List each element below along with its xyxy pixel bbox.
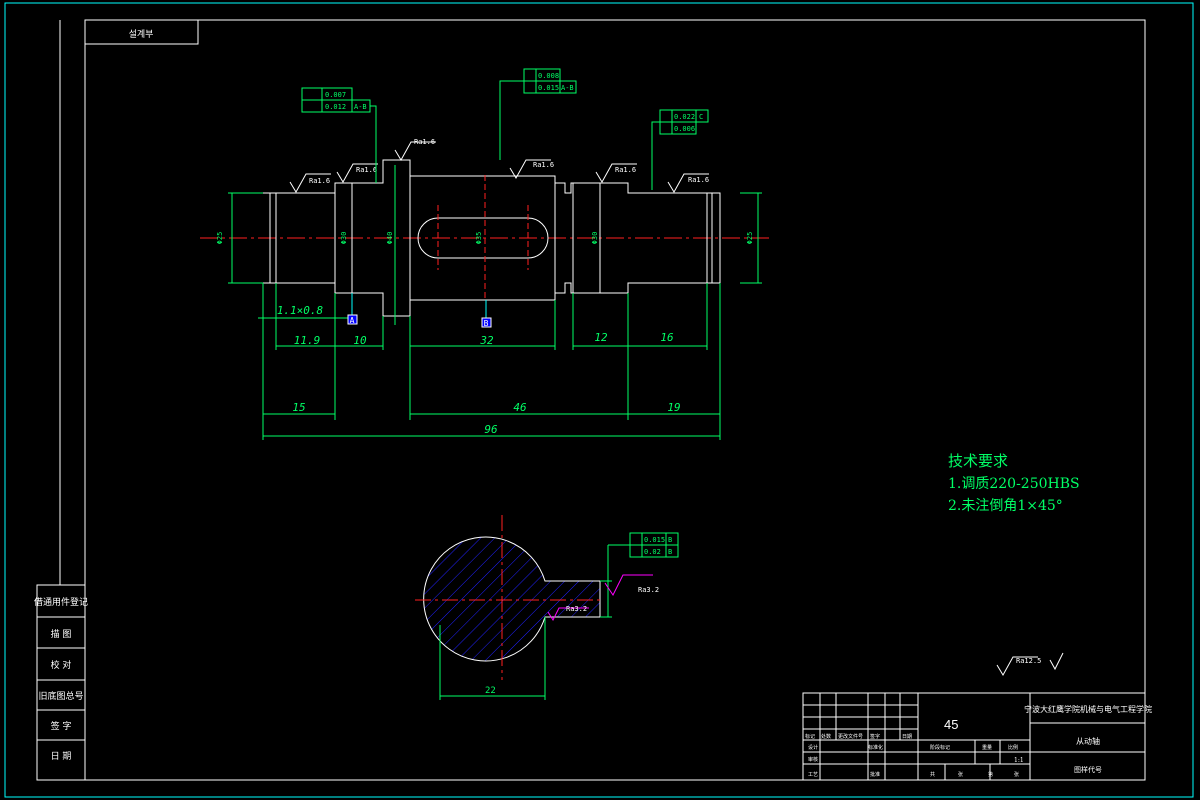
dim-11-9: 11.9: [294, 334, 321, 347]
tb-cell-15: 第: [988, 771, 993, 778]
tb-cell-10: 阶段标记: [930, 744, 950, 751]
left-table-row-4: 签 字: [51, 720, 72, 732]
dim-32: 32: [479, 334, 494, 347]
tol-right-bottom: 0.006: [674, 125, 695, 133]
dim-46: 46: [513, 401, 527, 414]
drawing-number: 图样代号: [1074, 765, 1102, 774]
left-table-row-0: 借通用件登记: [34, 596, 88, 608]
tb-cell-0: 标记: [805, 733, 815, 740]
drawing-sheet: 설계부 借通用件登记 描 图 校 对 旧底图总号 签 字 日 期 1.1×0.8…: [0, 0, 1200, 800]
tol-left-bottom-ref: A-B: [354, 103, 367, 111]
tol-sec-bottom-ref: B: [668, 548, 672, 556]
dim-12: 12: [594, 331, 608, 344]
roughness-6: Ra1.6: [688, 176, 709, 184]
datum-b: B: [481, 300, 492, 328]
datum-a: A: [347, 293, 358, 325]
tb-cell-9: 批准: [870, 771, 880, 778]
tol-right-top-ref: C: [699, 113, 703, 121]
tb-cell-11: 重量: [982, 744, 992, 751]
notes-line-1: 1.调质220-250HBS: [948, 476, 1080, 492]
dim-15: 15: [292, 401, 305, 414]
outer-border: [4, 2, 1194, 798]
dia-left-end: Φ25: [216, 232, 224, 245]
roughness-8: Ra3.2: [566, 605, 587, 613]
tol-sec-top-ref: B: [668, 536, 672, 544]
dim-section: 22: [485, 686, 496, 696]
tb-cell-8: 工艺: [808, 772, 818, 778]
left-table-row-3: 旧底图总号: [38, 690, 83, 702]
dim-19: 19: [667, 401, 680, 414]
title-box-text: 설계부: [129, 28, 154, 40]
roughness-3: Ra1.6: [414, 138, 435, 146]
tb-cell-1: 处数: [821, 733, 831, 740]
dia-right-shoulder: Φ30: [591, 232, 599, 245]
inner-border: [84, 19, 1146, 781]
notes-heading: 技术要求: [948, 452, 1008, 470]
left-table-row-5: 日 期: [51, 751, 72, 762]
dia-right-end: Φ25: [746, 232, 754, 245]
tb-cell-14: 张: [958, 771, 963, 778]
roughness-4: Ra1.6: [533, 161, 554, 169]
part-name: 从动轴: [1076, 736, 1100, 746]
tol-sec-top: 0.015: [644, 536, 665, 544]
tb-cell-7: 审核: [808, 756, 818, 763]
tol-mid-bottom-ref: A-B: [561, 84, 574, 92]
dia-middle: Φ35: [475, 232, 483, 245]
svg-text:B: B: [484, 319, 489, 328]
dimension-lines: [228, 165, 762, 440]
svg-text:A: A: [350, 316, 355, 325]
dim-16: 16: [660, 331, 674, 344]
dim-96: 96: [484, 423, 498, 436]
dim-chamfer: 1.1×0.8: [277, 304, 324, 317]
dia-left-shoulder: Φ30: [340, 232, 348, 245]
tb-cell-2: 更改文件号: [838, 733, 863, 740]
tol-mid-bottom: 0.015: [538, 84, 559, 92]
tb-cell-5: 设计: [808, 744, 818, 751]
tb-cell-16: 张: [1014, 771, 1019, 778]
notes-line-2: 2.未注倒角1×45°: [948, 498, 1063, 514]
section-view: [423, 536, 601, 662]
school-name: 宁波大红鹰学院机械与电气工程学院: [1024, 704, 1152, 714]
scale: 1:1: [1014, 757, 1024, 764]
tb-cell-6: 标准化: [868, 744, 883, 751]
dim-10: 10: [353, 334, 367, 347]
tol-right-top: 0.022: [674, 113, 695, 121]
dia-collar: Φ40: [386, 232, 394, 245]
roughness-2: Ra1.6: [356, 166, 377, 174]
tol-left-bottom: 0.012: [325, 103, 346, 111]
tb-cell-12: 比例: [1008, 744, 1018, 751]
roughness-5: Ra1.6: [615, 166, 636, 174]
cad-drawing: 설계부 借通用件登记 描 图 校 对 旧底图总号 签 字 日 期 1.1×0.8…: [4, 2, 1194, 798]
tol-sec-bottom: 0.02: [644, 548, 661, 556]
roughness-general: Ra12.5: [1016, 657, 1041, 665]
tol-left-top: 0.007: [325, 91, 346, 99]
left-table-row-1: 描 图: [51, 628, 72, 640]
tb-cell-13: 共: [930, 771, 935, 778]
material: 45: [944, 717, 958, 732]
tb-cell-3: 签字: [870, 733, 880, 740]
roughness-1: Ra1.6: [309, 177, 330, 185]
roughness-7: Ra3.2: [638, 586, 659, 594]
tol-mid-top: 0.008: [538, 72, 559, 80]
left-table-row-2: 校 对: [51, 659, 72, 671]
tb-cell-4: 日期: [902, 734, 912, 740]
